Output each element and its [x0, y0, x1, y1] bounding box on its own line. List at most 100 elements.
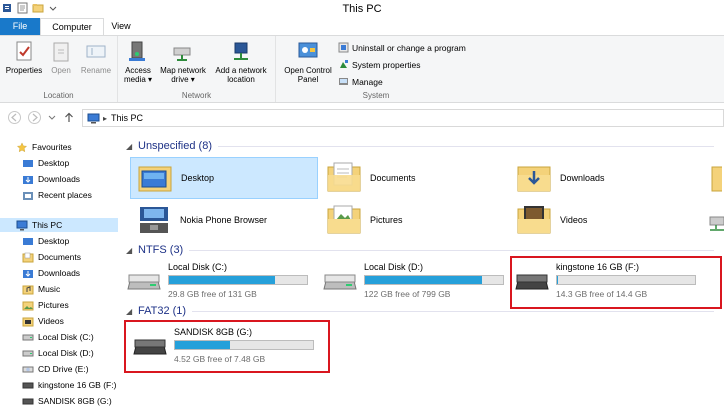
nav-pc-documents[interactable]: Documents — [22, 250, 81, 264]
nokia-phone-browser-icon — [140, 207, 168, 233]
uninstall-button[interactable]: Uninstall or change a program — [338, 41, 466, 54]
folder-music-partial[interactable] — [710, 157, 724, 199]
nav-this-pc-label: This PC — [32, 220, 63, 230]
breadcrumb-this-pc[interactable]: This PC — [111, 113, 143, 123]
music-icon — [22, 285, 34, 294]
collapse-chevron-icon[interactable]: ◢ — [126, 142, 134, 151]
system-properties-label: System properties — [352, 59, 421, 70]
forward-button[interactable] — [28, 111, 41, 124]
nav-fav-recent-places[interactable]: Recent places — [22, 188, 92, 202]
control-panel-label: Open Control Panel — [284, 66, 332, 84]
map-drive-label: Map network drive ▾ — [160, 66, 206, 84]
add-network-location-button[interactable]: Add a network location — [210, 40, 272, 84]
add-location-label: Add a network location — [215, 66, 267, 84]
highlight-box-kingstone — [510, 256, 722, 309]
tab-computer[interactable]: Computer — [40, 18, 104, 35]
downloads-icon — [23, 175, 33, 184]
nav-pc-kingstone-label: kingstone 16 GB (F:) — [38, 380, 117, 390]
nav-pc-kingstone-f[interactable]: kingstone 16 GB (F:) — [22, 378, 116, 392]
drive-d-name: Local Disk (D:) — [364, 262, 424, 272]
properties-button[interactable]: Properties — [4, 40, 44, 75]
drive-local-disk-c[interactable]: Local Disk (C:) 29.8 GB free of 131 GB — [120, 257, 320, 307]
section-divider — [192, 310, 714, 312]
section-unspecified-label: Unspecified (8) — [138, 140, 212, 152]
access-media-button[interactable]: Access media ▾ — [120, 40, 156, 84]
collapse-chevron-icon[interactable]: ◢ — [126, 307, 134, 316]
nav-this-pc[interactable]: This PC — [0, 218, 118, 232]
nav-pc-music[interactable]: Music — [22, 282, 60, 296]
address-bar[interactable]: ▸ This PC — [82, 109, 724, 127]
section-ntfs-label: NTFS (3) — [138, 244, 184, 256]
nav-pc-desktop[interactable]: Desktop — [22, 234, 69, 248]
ribbon-tabs: File Computer View — [0, 18, 724, 35]
nav-pc-sandisk-g[interactable]: SANDISK 8GB (G:) — [22, 394, 112, 408]
folder-pictures[interactable]: Pictures — [320, 199, 508, 241]
forward-arrow-icon — [32, 113, 38, 122]
hard-drive-icon — [127, 274, 161, 290]
nav-favourites-label: Favourites — [32, 142, 72, 152]
rename-button[interactable]: Rename — [78, 40, 114, 75]
folder-desktop-label: Desktop — [181, 173, 215, 183]
rename-label: Rename — [80, 66, 112, 75]
back-button[interactable] — [8, 111, 21, 124]
pictures-folder-icon — [327, 205, 361, 234]
content-area: ◢ Unspecified (8) Desktop Documents Down… — [120, 130, 724, 420]
open-button[interactable]: Open — [46, 40, 76, 75]
nav-pc-pictures-label: Pictures — [38, 300, 69, 310]
videos-icon — [22, 317, 34, 326]
music-folder-icon — [711, 166, 722, 192]
uninstall-icon — [338, 42, 349, 53]
collapse-chevron-icon[interactable]: ◢ — [126, 246, 134, 255]
location-group: Properties Open Rename Location — [0, 36, 118, 102]
breadcrumb-separator-icon[interactable]: ▸ — [103, 114, 107, 123]
nav-pc-cd-drive-label: CD Drive (E:) — [38, 364, 89, 374]
highlight-box-sandisk — [124, 320, 330, 373]
videos-folder-icon — [517, 206, 551, 234]
nav-pc-pictures[interactable]: Pictures — [22, 298, 69, 312]
folder-pictures-label: Pictures — [370, 215, 403, 225]
system-properties-button[interactable]: System properties — [338, 58, 421, 71]
drive-local-disk-d[interactable]: Local Disk (D:) 122 GB free of 799 GB — [316, 257, 516, 307]
nav-pc-local-disk-c[interactable]: Local Disk (C:) — [22, 330, 94, 344]
manage-button[interactable]: Manage — [338, 75, 383, 88]
section-ntfs[interactable]: ◢ NTFS (3) — [120, 243, 720, 257]
nav-pc-cd-drive-e[interactable]: CD Drive (E:) — [22, 362, 89, 376]
nav-fav-desktop[interactable]: Desktop — [22, 156, 69, 170]
section-divider — [189, 249, 714, 251]
hard-drive-icon — [22, 350, 34, 356]
navigation-pane: Favourites Desktop Downloads Recent plac… — [0, 130, 120, 420]
network-drive-partial[interactable] — [706, 199, 724, 241]
section-fat32[interactable]: ◢ FAT32 (1) — [120, 304, 720, 318]
folder-documents[interactable]: Documents — [320, 157, 508, 199]
network-drive-icon — [709, 216, 724, 231]
up-arrow-icon[interactable] — [64, 112, 74, 123]
nav-favourites[interactable]: Favourites — [16, 140, 72, 154]
map-network-drive-button[interactable]: Map network drive ▾ — [156, 40, 210, 84]
folder-downloads[interactable]: Downloads — [510, 157, 698, 199]
nav-pc-local-disk-d[interactable]: Local Disk (D:) — [22, 346, 94, 360]
nav-fav-downloads[interactable]: Downloads — [22, 172, 80, 186]
desktop-icon — [23, 237, 33, 245]
this-pc-nav-icon — [16, 220, 28, 230]
folder-videos[interactable]: Videos — [510, 199, 698, 241]
usb-drive-icon — [22, 398, 34, 404]
window-title: This PC — [342, 3, 382, 15]
address-row: ▸ This PC — [0, 104, 724, 130]
section-divider — [217, 145, 714, 147]
control-panel-icon — [298, 42, 318, 58]
section-unspecified[interactable]: ◢ Unspecified (8) — [120, 139, 720, 153]
documents-folder-icon — [327, 162, 361, 192]
recent-locations-icon[interactable] — [48, 114, 56, 122]
tab-view[interactable]: View — [104, 18, 138, 35]
map-drive-icon — [173, 47, 191, 61]
open-control-panel-button[interactable]: Open Control Panel — [278, 40, 338, 84]
manage-icon — [339, 78, 348, 85]
folder-nokia-phone-browser[interactable]: Nokia Phone Browser — [130, 199, 318, 241]
ribbon: Properties Open Rename Location Access m… — [0, 35, 724, 103]
usb-drive-icon — [22, 382, 34, 388]
nav-pc-downloads[interactable]: Downloads — [22, 266, 80, 280]
folder-documents-label: Documents — [370, 173, 416, 183]
nav-pc-videos[interactable]: Videos — [22, 314, 64, 328]
folder-desktop[interactable]: Desktop — [130, 157, 318, 199]
tab-file[interactable]: File — [0, 18, 40, 35]
